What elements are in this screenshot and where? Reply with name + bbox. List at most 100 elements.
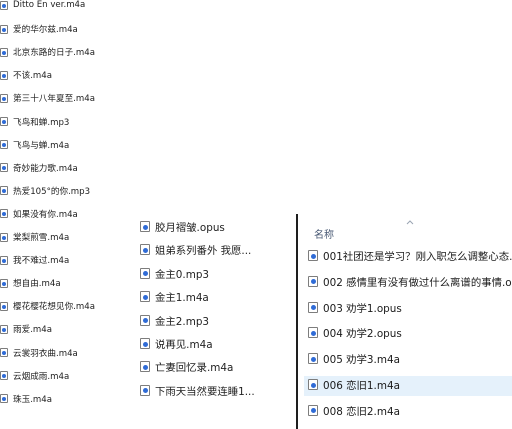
file-item[interactable]: 第三十八年夏至.m4a (0, 92, 95, 104)
file-item[interactable]: 005 劝学3.m4a (308, 351, 400, 366)
file-name: 下雨天当然要连睡1... (155, 385, 255, 398)
file-name: 雨爱.m4a (13, 325, 53, 336)
audio-file-icon (0, 209, 8, 219)
file-item[interactable]: 004 劝学2.opus (308, 325, 402, 340)
audio-file-icon (0, 324, 8, 334)
audio-file-icon (140, 244, 150, 256)
file-item[interactable]: 金主1.m4a (140, 289, 209, 304)
audio-file-icon (0, 348, 8, 357)
audio-file-icon (0, 255, 8, 265)
audio-file-icon (140, 221, 150, 232)
file-item[interactable]: 棠梨煎雪.m4a (0, 231, 69, 243)
file-name: 说再见.m4a (155, 339, 213, 351)
file-item[interactable]: 飞鸟与蝉.m4a (0, 139, 69, 151)
audio-file-icon (140, 361, 150, 373)
file-name: 樱花樱花想见你.m4a (13, 302, 95, 313)
file-item[interactable]: 说再见.m4a (140, 336, 213, 351)
file-name: 金主2.mp3 (155, 315, 210, 328)
file-list-details: 001社团还是学习？刚入职怎么调整心态... 002 感情里有没有做过什么离谱的事… (298, 214, 512, 429)
audio-file-icon (0, 301, 8, 311)
file-name: 亡妻回忆录.m4a (155, 362, 234, 375)
audio-file-icon (308, 250, 318, 261)
audio-file-icon (0, 371, 8, 381)
audio-file-icon (308, 404, 318, 416)
file-item[interactable]: Ditto En ver.m4a (0, 0, 85, 10)
file-item[interactable]: 008 恋旧2.m4a (308, 403, 400, 418)
file-item[interactable]: 003 劝学1.opus (308, 300, 402, 315)
audio-file-icon (140, 267, 150, 279)
file-name: 飞鸟与蝉.m4a (13, 140, 70, 151)
file-name: 想自由.m4a (13, 279, 61, 290)
file-item[interactable]: 不该.m4a (0, 69, 52, 81)
file-name: 云烟成雨.m4a (13, 371, 70, 382)
file-name: 棠梨煎雪.m4a (13, 233, 70, 243)
audio-file-icon (0, 140, 8, 150)
file-name: 003 劝学1.opus (323, 302, 402, 315)
audio-file-icon (140, 338, 150, 349)
file-item[interactable]: 姐弟系列番外 我愿... (140, 242, 251, 257)
file-name: Ditto En ver.m4a (13, 0, 86, 10)
audio-file-icon (140, 291, 150, 303)
file-name: 我不难过.m4a (13, 256, 70, 267)
file-name: 006 恋旧1.m4a (323, 380, 400, 392)
file-name: 金主1.m4a (155, 292, 209, 305)
file-name: 第三十八年夏至.m4a (13, 94, 95, 105)
file-name: 珠玉.m4a (13, 394, 53, 405)
file-name: 胶月褶皱.opus (155, 222, 225, 234)
file-name: 004 劝学2.opus (323, 328, 402, 341)
audio-file-icon (140, 384, 150, 396)
audio-file-icon (0, 186, 8, 196)
file-name: 爱的华尔兹.m4a (13, 25, 78, 36)
audio-file-icon (0, 93, 8, 103)
file-item[interactable]: 热爱105°的你.mp3 (0, 185, 90, 197)
file-item[interactable]: 樱花樱花想见你.m4a (0, 300, 95, 312)
details-pane: 名称 001社团还是学习？刚入职怎么调整心态... 002 感情里有没有做过什么离… (296, 214, 512, 429)
audio-file-icon (0, 394, 8, 404)
file-name: 001社团还是学习？刚入职怎么调整心态... (323, 251, 512, 263)
file-name: 如果没有你.m4a (13, 209, 78, 220)
file-name: 飞鸟和蝉.mp3 (13, 117, 70, 128)
audio-file-icon (140, 314, 150, 326)
file-name: 005 劝学3.m4a (323, 354, 400, 367)
file-item[interactable]: 云裳羽衣曲.m4a (0, 347, 78, 359)
file-item[interactable]: 001社团还是学习？刚入职怎么调整心态... (308, 248, 512, 263)
audio-file-icon (308, 327, 318, 339)
file-item[interactable]: 下雨天当然要连睡1... (140, 383, 255, 398)
audio-file-icon (0, 0, 8, 10)
file-name: 002 感情里有没有做过什么离谱的事情.o... (323, 276, 512, 289)
file-item[interactable]: 北京东路的日子.m4a (0, 46, 95, 58)
audio-file-icon (0, 47, 8, 57)
file-item[interactable]: 006 恋旧1.m4a (308, 377, 400, 392)
audio-file-icon (308, 301, 318, 313)
file-list-middle: 胶月褶皱.opus 姐弟系列番外 我愿... 金主0.mp3 金主1.m4a 金主2.m… (140, 214, 296, 429)
audio-file-icon (308, 353, 318, 365)
file-name: 云裳羽衣曲.m4a (13, 348, 78, 359)
file-item[interactable]: 爱的华尔兹.m4a (0, 23, 78, 35)
audio-file-icon (0, 278, 8, 288)
audio-file-icon (0, 24, 8, 34)
file-item[interactable]: 如果没有你.m4a (0, 208, 78, 220)
file-name: 008 恋旧2.m4a (323, 405, 400, 418)
file-item[interactable]: 奇妙能力歌.m4a (0, 162, 78, 174)
file-item[interactable]: 我不难过.m4a (0, 254, 69, 266)
audio-file-icon (0, 163, 8, 173)
file-item[interactable]: 想自由.m4a (0, 277, 61, 289)
file-item[interactable]: 珠玉.m4a (0, 393, 52, 405)
audio-file-icon (0, 232, 8, 242)
file-item[interactable]: 亡妻回忆录.m4a (140, 359, 233, 374)
file-item[interactable]: 金主2.mp3 (140, 313, 209, 328)
audio-file-icon (0, 117, 8, 126)
file-name: 奇妙能力歌.m4a (13, 163, 78, 174)
audio-file-icon (308, 379, 318, 390)
file-name: 姐弟系列番外 我愿... (155, 245, 252, 258)
file-item[interactable]: 002 感情里有没有做过什么离谱的事情.o... (308, 274, 512, 289)
audio-file-icon (0, 70, 8, 80)
file-item[interactable]: 飞鸟和蝉.mp3 (0, 116, 69, 128)
file-item[interactable]: 云烟成雨.m4a (0, 370, 69, 382)
file-item[interactable]: 胶月褶皱.opus (140, 219, 225, 234)
file-item[interactable]: 雨爱.m4a (0, 323, 52, 335)
file-name: 金主0.mp3 (155, 268, 210, 281)
file-item[interactable]: 金主0.mp3 (140, 266, 209, 281)
file-list-left: Ditto En ver.m4a 爱的华尔兹.m4a 北京东路的日子.m4a 不该.m… (0, 0, 140, 429)
audio-file-icon (308, 275, 318, 287)
